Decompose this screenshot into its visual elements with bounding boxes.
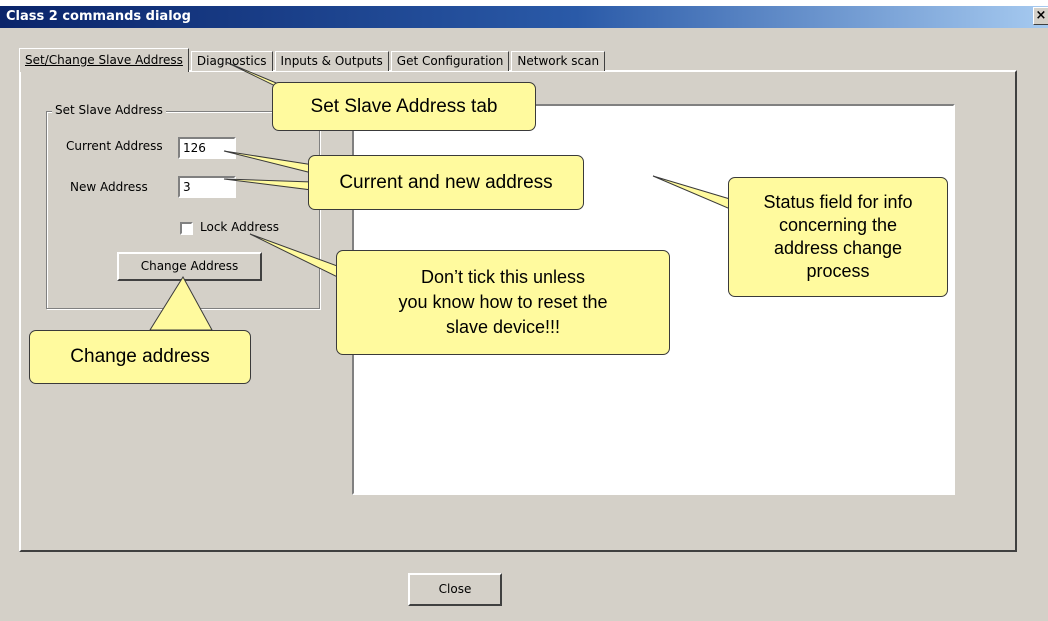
group-label: Set Slave Address — [52, 103, 166, 117]
change-address-button[interactable]: Change Address — [117, 252, 262, 281]
status-callout-line-4: process — [806, 261, 870, 281]
new-address-field[interactable]: 3 — [178, 176, 236, 198]
address-callout: Current and new address — [308, 155, 584, 210]
status-callout: Status field for info concerning the add… — [728, 177, 948, 297]
tab-set-change-slave-address[interactable]: Set/Change Slave Address — [19, 48, 189, 72]
tab-callout: Set Slave Address tab — [272, 82, 536, 131]
status-callout-line-3: address change — [773, 238, 903, 258]
tab-callout-text: Set Slave Address tab — [310, 95, 498, 117]
lock-address-checkbox[interactable] — [180, 222, 193, 235]
lock-callout-line-3: slave device!!! — [445, 317, 561, 337]
new-address-label: New Address — [70, 180, 148, 194]
current-address-field[interactable]: 126 — [178, 137, 236, 159]
address-callout-text: Current and new address — [339, 171, 553, 193]
lock-callout-line-2: you know how to reset the — [398, 292, 608, 312]
lock-warning-callout: Don’t tick this unless you know how to r… — [336, 250, 670, 355]
close-button[interactable]: Close — [408, 573, 502, 606]
lock-address-label: Lock Address — [200, 220, 279, 234]
tab-diagnostics[interactable]: Diagnostics — [190, 51, 273, 71]
tab-inputs-outputs[interactable]: Inputs & Outputs — [274, 51, 389, 71]
current-address-label: Current Address — [66, 139, 163, 153]
lock-callout-line-1: Don’t tick this unless — [420, 267, 586, 287]
tab-network-scan[interactable]: Network scan — [511, 51, 606, 71]
tab-strip: Set/Change Slave Address Diagnostics Inp… — [19, 47, 607, 72]
window-title: Class 2 commands dialog — [6, 9, 191, 24]
change-address-callout: Change address — [29, 330, 251, 384]
close-window-icon[interactable]: × — [1033, 7, 1048, 25]
status-callout-line-1: Status field for info — [763, 192, 913, 212]
tab-get-configuration[interactable]: Get Configuration — [390, 51, 510, 71]
change-callout-text: Change address — [70, 346, 210, 367]
status-callout-line-2: concerning the — [778, 215, 898, 235]
